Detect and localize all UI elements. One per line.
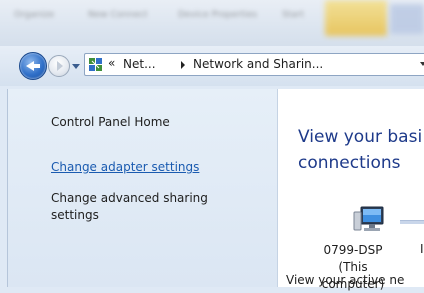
address-overflow[interactable]: « (108, 56, 115, 70)
network-item-partial: I (420, 242, 424, 256)
breadcrumb-separator-icon[interactable] (181, 61, 185, 69)
toolbar-item: New Connect (88, 10, 148, 20)
breadcrumb-network[interactable]: Net... (123, 57, 156, 71)
page-title: View your basi connections (298, 124, 422, 176)
toolbar-item: Start (282, 10, 304, 20)
toolbar-item: Organize (14, 10, 55, 20)
computer-icon[interactable] (352, 206, 390, 236)
control-panel-icon (89, 58, 102, 71)
toolbar-item: Device Properties (178, 10, 258, 20)
toolbar-highlight-button (325, 0, 387, 36)
active-networks-heading: View your active ne (286, 273, 405, 287)
address-dropdown-icon[interactable] (420, 62, 424, 66)
page-title-line2: connections (298, 153, 401, 173)
toolbar-blurred-button (390, 4, 424, 34)
back-button[interactable] (19, 52, 47, 80)
sidebar-item-change-adapter[interactable]: Change adapter settings (51, 160, 199, 174)
sidebar-item-advanced-sharing[interactable]: Change advanced sharing settings (51, 190, 251, 224)
recent-pages-dropdown-icon[interactable] (72, 64, 80, 69)
window-frame-top: Organize New Connect Device Properties S… (0, 0, 424, 50)
sidebar-item-control-panel-home[interactable]: Control Panel Home (51, 115, 170, 129)
page-title-line1: View your basi (298, 127, 423, 147)
breadcrumb-network-sharing[interactable]: Network and Sharin... (193, 57, 323, 71)
computer-name: 0799-DSP (323, 243, 383, 257)
network-connection-line (400, 220, 424, 224)
forward-button[interactable] (48, 55, 70, 77)
